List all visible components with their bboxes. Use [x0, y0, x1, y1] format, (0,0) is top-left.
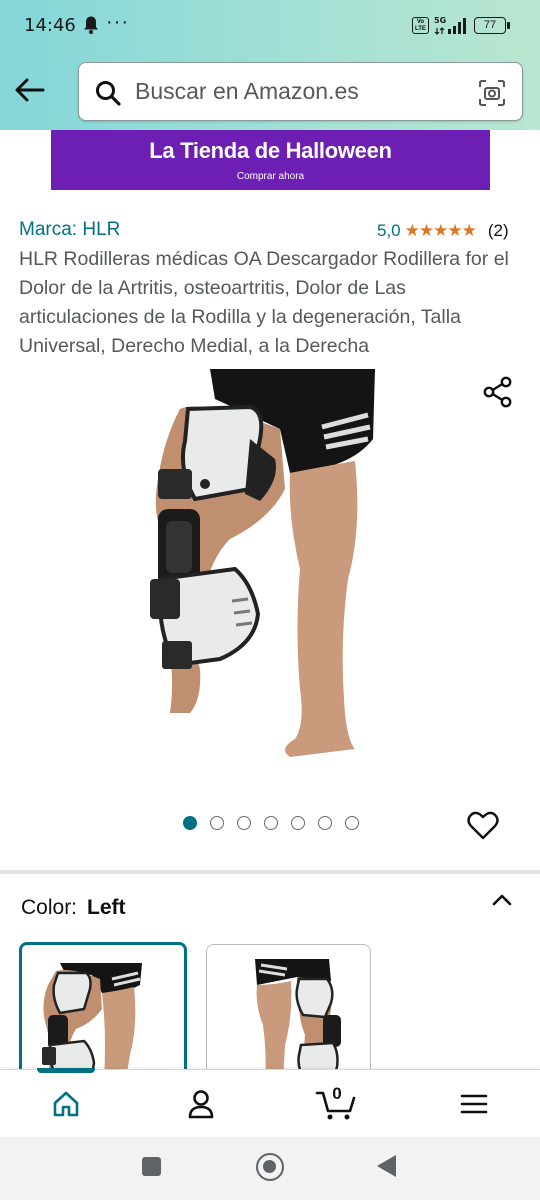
- bottom-navigation: 0: [0, 1068, 540, 1138]
- color-selected-value: Left: [87, 896, 126, 919]
- back-triangle-icon[interactable]: [377, 1155, 396, 1177]
- battery-icon: 77: [474, 17, 510, 34]
- status-time: 14:46: [24, 15, 76, 36]
- carousel-dot[interactable]: [291, 816, 305, 830]
- review-count: (2): [487, 221, 509, 240]
- carousel-dot[interactable]: [345, 816, 359, 830]
- nav-account[interactable]: [161, 1070, 241, 1138]
- nav-menu[interactable]: [434, 1070, 514, 1138]
- swatch-image-left: [22, 945, 184, 1079]
- signal-5g-icon: 5G: [434, 16, 466, 35]
- color-selector-label: Color: Left: [21, 896, 126, 920]
- system-navigation-bar: [0, 1137, 540, 1200]
- back-button[interactable]: [10, 70, 50, 110]
- rating-value: 5,0: [377, 221, 401, 240]
- brand-link[interactable]: Marca: HLR: [19, 219, 120, 241]
- image-carousel-dots: [183, 816, 359, 830]
- carousel-dot[interactable]: [183, 816, 197, 830]
- banner-title: La Tienda de Halloween: [149, 138, 392, 163]
- status-bar: 14:46 ··· Vo LTE 5G 77: [0, 0, 540, 52]
- account-icon: [188, 1090, 214, 1119]
- share-icon[interactable]: [482, 376, 514, 408]
- status-more-icon: ···: [106, 11, 129, 33]
- notification-bell-icon: [84, 16, 98, 34]
- product-image[interactable]: [140, 369, 380, 761]
- nav-cart[interactable]: 0: [296, 1070, 376, 1138]
- search-icon: [96, 81, 121, 106]
- cart-count: 0: [332, 1084, 342, 1103]
- search-header: [0, 52, 540, 130]
- rating-summary[interactable]: 5,0 ★★★★★ (2): [377, 221, 509, 241]
- search-bar[interactable]: [78, 62, 523, 121]
- star-rating-icon: ★★★★★: [404, 221, 477, 240]
- carousel-dot[interactable]: [318, 816, 332, 830]
- arrow-left-icon: [15, 78, 45, 102]
- carousel-dot[interactable]: [210, 816, 224, 830]
- color-option-right[interactable]: [206, 944, 371, 1084]
- color-label-text: Color:: [21, 896, 78, 919]
- home-icon: [53, 1091, 79, 1117]
- product-title: HLR Rodilleras médicas OA Descargador Ro…: [19, 248, 509, 357]
- color-option-left[interactable]: [19, 942, 187, 1082]
- svg-text:5G: 5G: [434, 16, 446, 25]
- chevron-up-icon[interactable]: [490, 888, 514, 912]
- camera-scan-icon[interactable]: [478, 79, 506, 107]
- swatch-image-right: [207, 945, 370, 1083]
- home-circle-icon[interactable]: [256, 1153, 284, 1181]
- carousel-dot[interactable]: [264, 816, 278, 830]
- carousel-dot[interactable]: [237, 816, 251, 830]
- banner-cta: Comprar ahora: [236, 171, 305, 182]
- halloween-banner[interactable]: La Tienda de Halloween Comprar ahora: [51, 130, 490, 190]
- menu-icon: [460, 1094, 488, 1114]
- wishlist-heart-icon[interactable]: [467, 810, 499, 842]
- section-divider: [0, 870, 540, 874]
- recent-apps-icon[interactable]: [142, 1157, 161, 1176]
- search-input[interactable]: [135, 63, 465, 120]
- nav-home[interactable]: [26, 1070, 106, 1138]
- volte-badge: Vo LTE: [412, 17, 429, 34]
